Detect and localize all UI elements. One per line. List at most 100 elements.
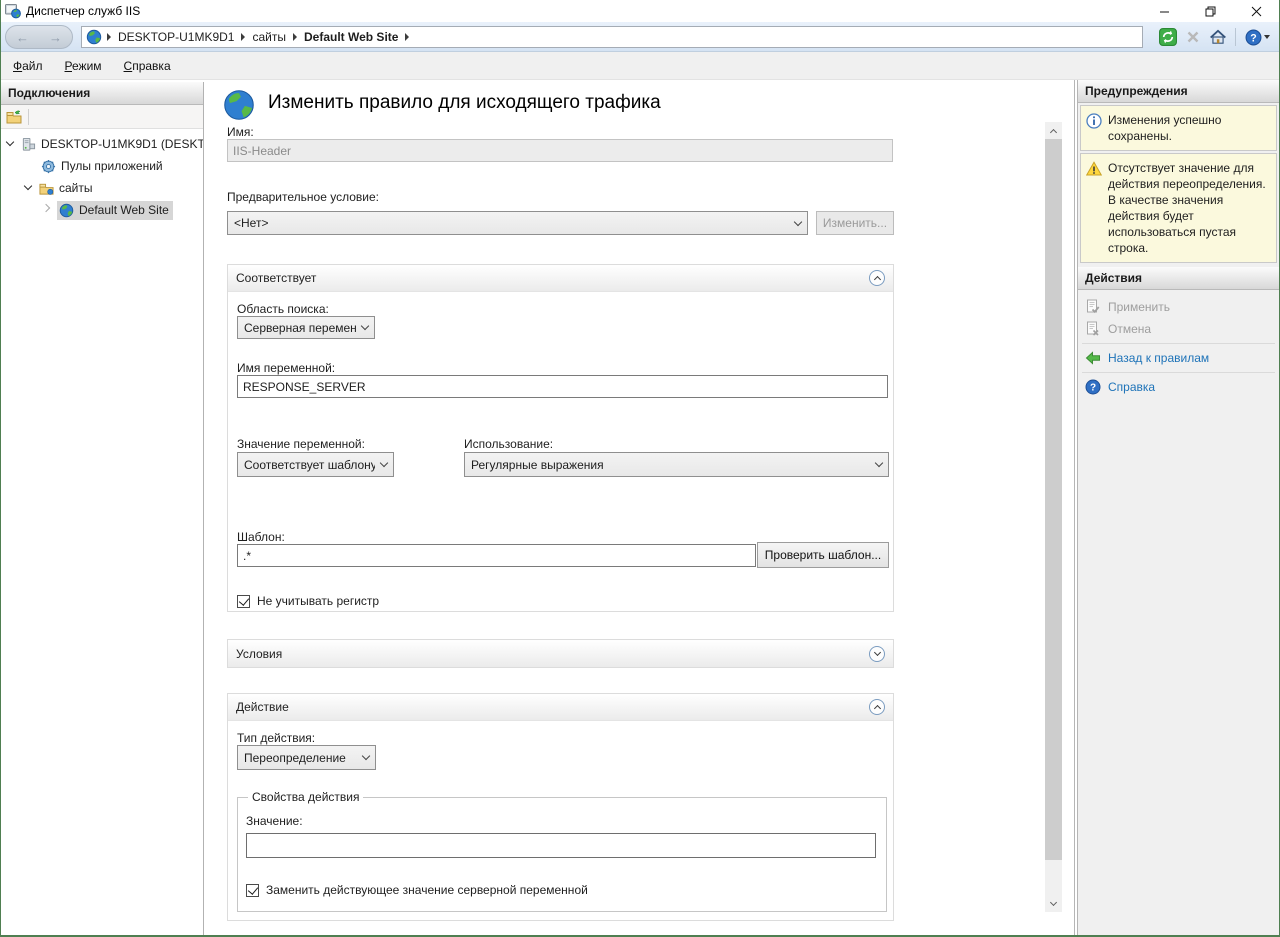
variable-name-field[interactable] xyxy=(237,375,888,398)
edit-precondition-button: Изменить... xyxy=(816,211,894,235)
action-properties-title: Свойства действия xyxy=(248,790,363,804)
page-title: Изменить правило для исходящего трафика xyxy=(268,92,661,114)
apply-doc-icon xyxy=(1085,299,1101,315)
selected-tree-item[interactable]: Default Web Site xyxy=(57,201,173,220)
scroll-up-button[interactable] xyxy=(1045,122,1062,139)
info-alert: Изменения успешно сохранены. xyxy=(1080,105,1277,151)
expand-icon[interactable] xyxy=(43,205,53,215)
tree-item-sites[interactable]: сайты xyxy=(1,177,203,199)
collapse-section-button[interactable] xyxy=(869,270,885,286)
menu-view[interactable]: Режим xyxy=(65,59,102,73)
toolbar-separator xyxy=(28,109,29,125)
minimize-button[interactable] xyxy=(1141,0,1187,22)
breadcrumb-sites[interactable]: сайты xyxy=(252,30,286,44)
breadcrumb-arrow-icon xyxy=(405,33,409,41)
scroll-down-button[interactable] xyxy=(1045,895,1062,912)
using-label: Использование: xyxy=(464,437,553,451)
chevron-down-icon xyxy=(380,459,388,467)
using-select[interactable]: Регулярные выражения xyxy=(464,452,889,477)
refresh-button[interactable] xyxy=(1158,27,1178,47)
globe-icon xyxy=(86,29,102,45)
iis-app-icon xyxy=(5,3,21,19)
variable-value-label: Значение переменной: xyxy=(237,437,365,451)
scope-label: Область поиска: xyxy=(237,302,329,316)
replace-value-checkbox[interactable] xyxy=(246,884,259,897)
name-label: Имя: xyxy=(227,125,254,139)
help-link[interactable]: ? Справка xyxy=(1078,376,1279,398)
apply-button: Применить xyxy=(1078,296,1279,318)
stop-icon xyxy=(1185,29,1201,45)
help-circle-icon: ? xyxy=(1085,379,1101,395)
collapse-icon[interactable] xyxy=(25,183,35,193)
info-alert-text: Изменения успешно сохранены. xyxy=(1108,112,1266,144)
pattern-field[interactable] xyxy=(237,544,756,567)
home-button[interactable] xyxy=(1208,27,1228,47)
tree-item-label: Default Web Site xyxy=(79,203,169,217)
value-field[interactable] xyxy=(246,833,876,858)
chevron-down-icon xyxy=(875,459,883,467)
expand-section-button[interactable] xyxy=(869,646,885,662)
restore-button[interactable] xyxy=(1187,0,1233,22)
actions-separator xyxy=(1082,343,1275,344)
match-section-title: Соответствует xyxy=(236,271,316,285)
window-title: Диспетчер служб IIS xyxy=(26,4,140,18)
precondition-select[interactable]: <Нет> xyxy=(227,211,808,235)
help-label: Справка xyxy=(1108,380,1155,394)
action-section: Действие Тип действия: Переопределение С… xyxy=(227,693,894,921)
title-bar: Диспетчер служб IIS xyxy=(1,0,1279,22)
breadcrumb-server[interactable]: DESKTOP-U1MK9D1 xyxy=(118,30,234,44)
connections-header: Подключения xyxy=(1,82,203,105)
right-panel: Предупреждения Изменения успешно сохране… xyxy=(1077,80,1279,935)
breadcrumb-arrow-icon xyxy=(241,33,245,41)
alerts-header: Предупреждения xyxy=(1078,80,1279,103)
breadcrumb[interactable]: DESKTOP-U1MK9D1 сайты Default Web Site xyxy=(81,26,1143,48)
svg-text:?: ? xyxy=(1250,32,1256,44)
breadcrumb-default-web-site[interactable]: Default Web Site xyxy=(304,30,398,44)
variable-name-label: Имя переменной: xyxy=(237,361,335,375)
collapse-section-button[interactable] xyxy=(869,699,885,715)
match-section: Соответствует Область поиска: Серверная … xyxy=(227,264,894,612)
tree-item-server[interactable]: DESKTOP-U1MK9D1 (DESKTOP xyxy=(1,133,203,155)
back-to-rules-label: Назад к правилам xyxy=(1108,351,1209,365)
back-arrow-icon xyxy=(1085,350,1101,366)
tree-item-label: сайты xyxy=(59,181,93,195)
breadcrumb-arrow-icon xyxy=(107,33,111,41)
info-icon xyxy=(1086,113,1102,129)
tree-item-app-pools[interactable]: Пулы приложений xyxy=(1,155,203,177)
save-connection-button[interactable] xyxy=(6,109,22,125)
variable-value-select[interactable]: Соответствует шаблону xyxy=(237,452,394,477)
back-icon[interactable]: ← xyxy=(16,30,29,45)
nav-cloud: ← → xyxy=(5,25,73,49)
tree-item-label: Пулы приложений xyxy=(61,159,163,173)
action-type-select[interactable]: Переопределение xyxy=(237,745,376,770)
menu-file[interactable]: Файл xyxy=(13,59,43,73)
conditions-section-title: Условия xyxy=(236,647,282,661)
cancel-doc-icon xyxy=(1085,321,1101,337)
replace-value-label: Заменить действующее значение серверной … xyxy=(266,883,588,897)
actions-separator xyxy=(1082,372,1275,373)
help-icon: ? xyxy=(1245,29,1262,46)
ignore-case-row: Не учитывать регистр xyxy=(237,594,379,608)
collapse-icon[interactable] xyxy=(7,139,17,149)
replace-value-row: Заменить действующее значение серверной … xyxy=(246,883,878,897)
breadcrumb-arrow-icon xyxy=(293,33,297,41)
stop-button xyxy=(1183,27,1203,47)
apply-label: Применить xyxy=(1108,300,1170,314)
help-button[interactable]: ? xyxy=(1243,27,1271,47)
ignore-case-checkbox[interactable] xyxy=(237,595,250,608)
name-field xyxy=(227,139,893,162)
back-to-rules-link[interactable]: Назад к правилам xyxy=(1078,347,1279,369)
menu-help[interactable]: Справка xyxy=(124,59,171,73)
tree-item-default-web-site[interactable]: Default Web Site xyxy=(1,199,203,221)
warning-icon xyxy=(1086,161,1102,177)
page-globe-icon xyxy=(222,88,256,122)
vertical-scrollbar xyxy=(1045,122,1062,912)
iis-manager-window: Диспетчер служб IIS ← → xyxy=(0,0,1280,937)
test-pattern-button[interactable]: Проверить шаблон... xyxy=(757,542,889,568)
scope-select[interactable]: Серверная переменн xyxy=(237,316,375,339)
close-button[interactable] xyxy=(1233,0,1279,22)
forward-icon[interactable]: → xyxy=(49,30,62,45)
scrollbar-thumb[interactable] xyxy=(1045,139,1062,860)
chevron-down-icon xyxy=(362,752,370,760)
precondition-label: Предварительное условие: xyxy=(227,190,379,204)
